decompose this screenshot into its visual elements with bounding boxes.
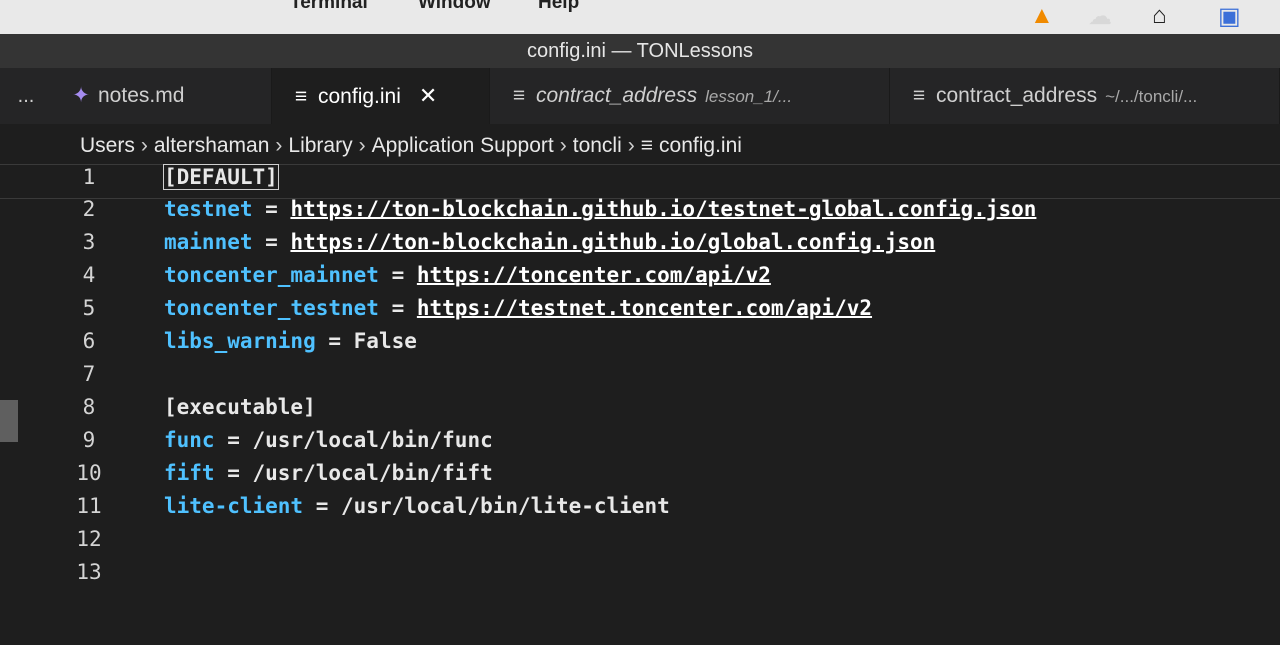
config-key: libs_warning bbox=[164, 329, 316, 353]
config-value: /usr/local/bin/func bbox=[252, 428, 493, 452]
breadcrumb-application-support[interactable]: Application Support bbox=[372, 134, 554, 157]
code-line-13[interactable]: 13 bbox=[0, 560, 1280, 593]
code-line-1[interactable]: 1 [DEFAULT] bbox=[0, 164, 1280, 199]
code-line-2[interactable]: 2 testnet = https://ton-blockchain.githu… bbox=[0, 197, 1280, 230]
config-key: toncenter_testnet bbox=[164, 296, 379, 320]
code-line-4[interactable]: 4 toncenter_mainnet = https://toncenter.… bbox=[0, 263, 1280, 296]
chevron-right-icon: › bbox=[559, 134, 567, 157]
code-line-12[interactable]: 12 bbox=[0, 527, 1280, 560]
breadcrumb-altershaman[interactable]: altershaman bbox=[154, 134, 270, 157]
breadcrumb-toncli[interactable]: toncli bbox=[573, 134, 622, 157]
config-key: testnet bbox=[164, 197, 253, 221]
config-key: fift bbox=[164, 461, 215, 485]
line-content: testnet = https://ton-blockchain.github.… bbox=[164, 197, 1036, 221]
equals-sign: = bbox=[378, 296, 417, 320]
code-line-10[interactable]: 10 fift = /usr/local/bin/fift bbox=[0, 461, 1280, 494]
line-content: fift = /usr/local/bin/fift bbox=[164, 461, 493, 485]
breadcrumb-config-ini[interactable]: config.ini bbox=[659, 134, 742, 157]
section-header: [executable] bbox=[164, 395, 316, 419]
line-content: [executable] bbox=[164, 395, 316, 419]
menu-help[interactable]: Help bbox=[538, 0, 579, 14]
config-url[interactable]: https://ton-blockchain.github.io/global.… bbox=[290, 230, 935, 254]
line-number: 1 bbox=[82, 165, 96, 189]
code-line-7[interactable]: 7 bbox=[0, 362, 1280, 395]
code-line-3[interactable]: 3 mainnet = https://ton-blockchain.githu… bbox=[0, 230, 1280, 263]
line-number: 4 bbox=[82, 263, 96, 287]
window-title: config.ini — TONLessons bbox=[0, 34, 1280, 68]
config-url[interactable]: https://toncenter.com/api/v2 bbox=[417, 263, 771, 287]
line-content: lite-client = /usr/local/bin/lite-client bbox=[164, 494, 670, 518]
file-lines-icon: ≡ bbox=[512, 84, 526, 107]
equals-sign: = bbox=[214, 461, 253, 485]
line-content: func = /usr/local/bin/func bbox=[164, 428, 493, 452]
line-number: 10 bbox=[76, 461, 102, 485]
notes-icon: ✦ bbox=[72, 84, 90, 107]
tab-overflow-button[interactable]: ... bbox=[0, 68, 52, 124]
chevron-right-icon: › bbox=[275, 134, 283, 157]
config-value: /usr/local/bin/fift bbox=[252, 461, 493, 485]
cloud-icon[interactable]: ☁ bbox=[1088, 2, 1112, 31]
chevron-right-icon: › bbox=[358, 134, 366, 157]
code-line-5[interactable]: 5 toncenter_testnet = https://testnet.to… bbox=[0, 296, 1280, 329]
code-line-6[interactable]: 6 libs_warning = False bbox=[0, 329, 1280, 362]
menu-window[interactable]: Window bbox=[418, 0, 491, 14]
config-url[interactable]: https://testnet.toncenter.com/api/v2 bbox=[417, 296, 872, 320]
tab-config-ini[interactable]: ≡ config.ini ✕ bbox=[272, 68, 490, 124]
home-icon[interactable]: ⌂ bbox=[1152, 2, 1167, 30]
close-tab-icon[interactable]: ✕ bbox=[419, 83, 437, 108]
translate-icon[interactable]: ▣ bbox=[1218, 2, 1241, 31]
line-content: [DEFAULT] bbox=[163, 164, 279, 190]
line-content: toncenter_testnet = https://testnet.tonc… bbox=[164, 296, 872, 320]
equals-sign: = bbox=[252, 197, 291, 221]
breadcrumb-library[interactable]: Library bbox=[288, 134, 352, 157]
line-number: 3 bbox=[82, 230, 96, 254]
chevron-right-icon: › bbox=[627, 134, 635, 157]
line-number: 8 bbox=[82, 395, 96, 419]
chevron-right-icon: › bbox=[140, 134, 148, 157]
equals-sign: = bbox=[315, 329, 354, 353]
line-number: 7 bbox=[82, 362, 96, 386]
tab-contract-address-toncli[interactable]: ≡ contract_address ~/.../toncli/... bbox=[890, 68, 1280, 124]
code-line-8[interactable]: 8 [executable] bbox=[0, 395, 1280, 428]
line-number: 2 bbox=[82, 197, 96, 221]
breadcrumb-users[interactable]: Users bbox=[80, 134, 135, 157]
tab-notes-md[interactable]: ✦ notes.md bbox=[52, 68, 272, 124]
config-key: toncenter_mainnet bbox=[164, 263, 379, 287]
code-line-11[interactable]: 11 lite-client = /usr/local/bin/lite-cli… bbox=[0, 494, 1280, 527]
line-content: toncenter_mainnet = https://toncenter.co… bbox=[164, 263, 771, 287]
section-header: [DEFAULT] bbox=[163, 164, 279, 190]
line-number: 13 bbox=[76, 560, 102, 584]
code-line-9[interactable]: 9 func = /usr/local/bin/func bbox=[0, 428, 1280, 461]
breadcrumb: Users › altershaman › Library › Application Su… bbox=[0, 124, 1280, 164]
file-lines-icon: ≡ bbox=[294, 85, 308, 108]
config-key: lite-client bbox=[164, 494, 304, 518]
line-number: 11 bbox=[76, 494, 102, 518]
tab-bar: ... ✦ notes.md ≡ config.ini ✕ ≡ contract_add… bbox=[0, 68, 1280, 124]
equals-sign: = bbox=[252, 230, 291, 254]
line-content: libs_warning = False bbox=[164, 329, 417, 353]
line-content: mainnet = https://ton-blockchain.github.… bbox=[164, 230, 935, 254]
config-key: func bbox=[164, 428, 215, 452]
vlc-icon[interactable]: ▲ bbox=[1030, 2, 1054, 30]
config-value: False bbox=[353, 329, 417, 353]
line-number: 9 bbox=[82, 428, 96, 452]
line-number: 6 bbox=[82, 329, 96, 353]
config-key: mainnet bbox=[164, 230, 253, 254]
equals-sign: = bbox=[378, 263, 417, 287]
line-number: 12 bbox=[76, 527, 102, 551]
menu-terminal[interactable]: Terminal bbox=[290, 0, 368, 14]
line-number: 5 bbox=[82, 296, 96, 320]
code-editor[interactable]: 1 [DEFAULT] 2 testnet = https://ton-bloc… bbox=[0, 164, 1280, 645]
file-lines-icon: ≡ bbox=[640, 134, 654, 157]
file-lines-icon: ≡ bbox=[912, 84, 926, 107]
menu-bar: Terminal Window Help ▲ ☁ ⌂ ▣ bbox=[0, 0, 1280, 34]
config-url[interactable]: https://ton-blockchain.github.io/testnet… bbox=[290, 197, 1036, 221]
tab-contract-address-lesson[interactable]: ≡ contract_address lesson_1/... bbox=[490, 68, 890, 124]
equals-sign: = bbox=[214, 428, 253, 452]
equals-sign: = bbox=[303, 494, 342, 518]
config-value: /usr/local/bin/lite-client bbox=[341, 494, 670, 518]
